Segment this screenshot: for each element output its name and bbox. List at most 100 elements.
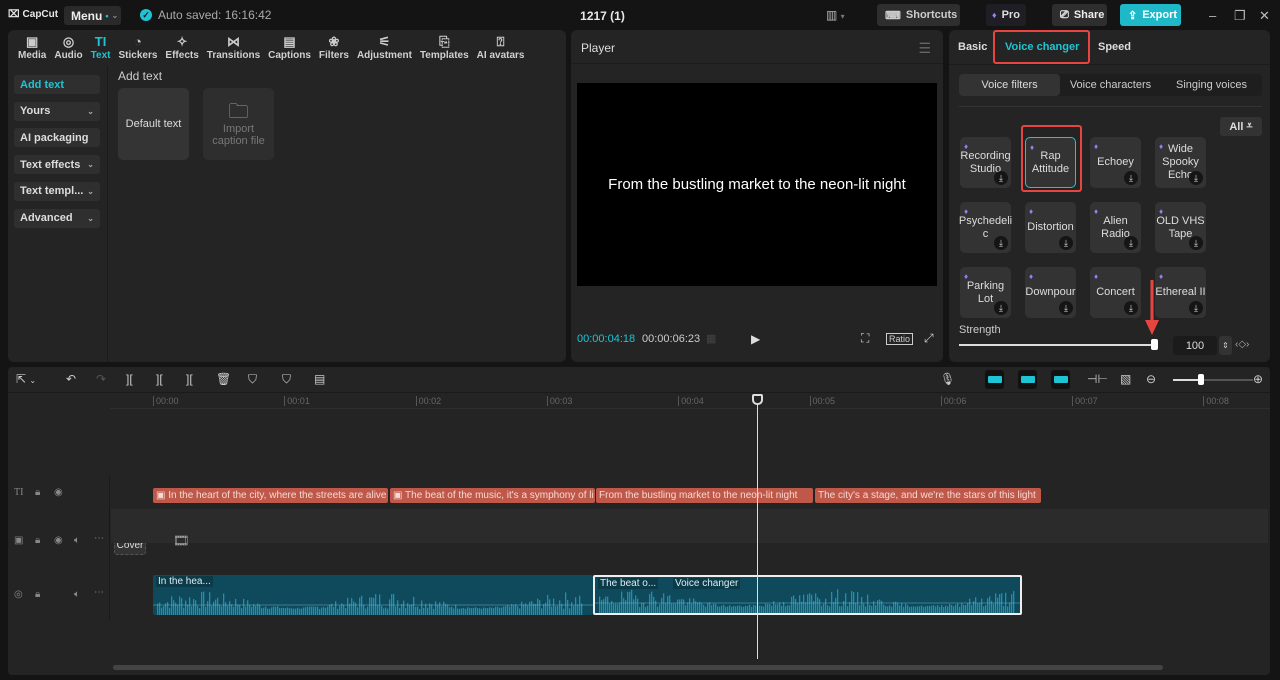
tool-audio[interactable]: ◎ Audio xyxy=(50,30,86,66)
play-button[interactable]: ▶ xyxy=(751,332,760,346)
tool-ai-avatars[interactable]: ⍰ AI avatars xyxy=(473,30,529,66)
voice-filter-recording-studio[interactable]: ♦ Recording Studio ⤓ xyxy=(960,137,1011,188)
auto-snap-button[interactable] xyxy=(1018,370,1037,389)
download-icon[interactable]: ⤓ xyxy=(1124,301,1138,315)
lock-icon[interactable]: 🔒︎ xyxy=(35,487,40,498)
voice-filter-ethereal-ii[interactable]: ♦ Ethereal II ⤓ xyxy=(1155,267,1206,318)
restore-icon[interactable]: ❐ xyxy=(1234,8,1246,24)
download-icon[interactable]: ⤓ xyxy=(1189,236,1203,250)
split-left-icon[interactable]: ][ xyxy=(156,372,163,386)
audio-clip-selected[interactable]: The beat o... Voice changer xyxy=(593,575,1022,615)
preview-axis-icon[interactable]: ⊣⊢ xyxy=(1087,372,1108,386)
import-caption-card[interactable]: 🗀 Import caption file xyxy=(203,88,274,160)
close-icon[interactable]: ✕ xyxy=(1259,8,1270,24)
default-text-card[interactable]: Default text xyxy=(118,88,189,160)
timeline-ruler[interactable]: 00:00 00:01 00:02 00:03 00:04 00:05 00:06 00:07… xyxy=(110,393,1270,409)
shortcuts-button[interactable]: ⌨ Shortcuts xyxy=(877,4,960,26)
video-preview[interactable]: From the bustling market to the neon-lit… xyxy=(577,83,937,286)
ratio-button[interactable]: Ratio xyxy=(886,333,914,345)
download-icon[interactable]: ⤓ xyxy=(1189,301,1203,315)
undo-icon[interactable]: ↶ xyxy=(66,372,76,386)
sidebar-item-yours[interactable]: Yours ⌄ xyxy=(14,101,100,121)
zoom-in-icon[interactable]: ⊕ xyxy=(1253,372,1263,386)
voice-filter-parking-lot[interactable]: ♦ Parking Lot ⤓ xyxy=(960,267,1011,318)
download-icon[interactable]: ⤓ xyxy=(994,171,1008,185)
pro-button[interactable]: ♦ Pro xyxy=(986,4,1026,26)
sidebar-item-text-templ-[interactable]: Text templ... ⌄ xyxy=(14,181,100,201)
layout-icon[interactable]: ▥ ▾ xyxy=(826,8,845,22)
strength-value-input[interactable]: 100 xyxy=(1173,336,1217,355)
share-button[interactable]: ⎚ Share xyxy=(1052,4,1107,26)
playhead[interactable] xyxy=(757,394,758,659)
tool-templates[interactable]: ⎘ Templates xyxy=(416,30,473,66)
hamburger-menu-icon[interactable]: ☰ xyxy=(918,40,931,57)
keyframe-icon[interactable]: ‹◇› xyxy=(1235,339,1249,350)
text-clip[interactable]: From the bustling market to the neon-lit… xyxy=(596,488,813,503)
zoom-out-icon[interactable]: ⊖ xyxy=(1146,372,1156,386)
tab-basic[interactable]: Basic xyxy=(958,41,987,53)
lock-icon[interactable]: 🔒︎ xyxy=(35,535,40,546)
tool-adjustment[interactable]: ⚟ Adjustment xyxy=(353,30,416,66)
text-clip[interactable]: ▣ The beat of the music, it's a symphony… xyxy=(390,488,595,503)
split-right-icon[interactable]: ][ xyxy=(186,372,193,386)
voice-filter-wide-spooky-echo[interactable]: ♦ Wide Spooky Echo ⤓ xyxy=(1155,137,1206,188)
caption-edit-icon[interactable]: ▤ xyxy=(314,372,325,386)
linkage-button[interactable] xyxy=(1051,370,1070,389)
tool-captions[interactable]: ▤ Captions xyxy=(264,30,315,66)
text-clip[interactable]: ▣ In the heart of the city, where the st… xyxy=(153,488,388,503)
voice-filter-psychedeli-c[interactable]: ♦ Psychedeli c ⤓ xyxy=(959,202,1012,253)
voice-filter-echoey[interactable]: ♦ Echoey ⤓ xyxy=(1090,137,1141,188)
shield-icon[interactable]: ⛉ xyxy=(282,372,291,387)
voice-filter-distortion[interactable]: ♦ Distortion ⤓ xyxy=(1025,202,1076,253)
sidebar-item-advanced[interactable]: Advanced ⌄ xyxy=(14,208,100,228)
minimize-icon[interactable]: – xyxy=(1209,8,1216,23)
microphone-icon[interactable]: 🎙 xyxy=(940,372,955,386)
video-track[interactable]: 🎞︎ xyxy=(111,509,1268,548)
download-icon[interactable]: ⤓ xyxy=(994,236,1008,250)
lock-icon[interactable]: 🔒︎ xyxy=(35,589,40,600)
voice-filter-downpour[interactable]: ♦ Downpour ⤓ xyxy=(1025,267,1076,318)
tool-effects[interactable]: ✧ Effects xyxy=(161,30,202,66)
tool-stickers[interactable]: ◔ Stickers xyxy=(115,30,162,66)
download-icon[interactable]: ⤓ xyxy=(1124,236,1138,250)
tool-filters[interactable]: ❀ Filters xyxy=(315,30,353,66)
more-icon[interactable]: ⋯ xyxy=(94,533,104,544)
strength-slider-track[interactable] xyxy=(959,344,1155,346)
horizontal-scrollbar[interactable] xyxy=(113,665,1163,670)
subtab-voice-characters[interactable]: Voice characters xyxy=(1060,74,1161,96)
timecode-format-icon[interactable]: ▦ xyxy=(706,332,716,345)
sidebar-item-add-text[interactable]: Add text xyxy=(14,75,100,94)
download-icon[interactable]: ⤓ xyxy=(1059,236,1073,250)
eye-icon[interactable]: ◉ xyxy=(54,487,63,498)
speaker-icon[interactable]: 🔈︎ xyxy=(74,535,80,546)
marker-add-icon[interactable]: ⛉ xyxy=(248,372,257,387)
download-icon[interactable]: ⤓ xyxy=(994,301,1008,315)
tool-media[interactable]: ▣ Media xyxy=(14,30,50,66)
timeline-zoom-thumb[interactable] xyxy=(1198,374,1204,385)
eye-icon[interactable]: ◉ xyxy=(54,535,63,546)
filter-all-button[interactable]: All ⩡ xyxy=(1220,117,1262,136)
zoom-preview-icon[interactable]: ⛶ xyxy=(861,331,869,346)
audio-clip[interactable]: In the hea... xyxy=(153,575,593,615)
download-icon[interactable]: ⤓ xyxy=(1189,171,1203,185)
voice-filter-alien-radio[interactable]: ♦ Alien Radio ⤓ xyxy=(1090,202,1141,253)
redo-icon[interactable]: ↷ xyxy=(96,372,106,386)
delete-icon[interactable]: 🗑 xyxy=(216,372,231,386)
tool-text[interactable]: TI Text xyxy=(87,30,115,66)
main-track-magnet-button[interactable] xyxy=(985,370,1004,389)
sidebar-item-text-effects[interactable]: Text effects ⌄ xyxy=(14,155,100,175)
speaker-icon[interactable]: 🔈︎ xyxy=(74,589,80,600)
split-icon[interactable]: ][ xyxy=(126,372,133,386)
subtab-singing-voices[interactable]: Singing voices xyxy=(1161,74,1262,96)
more-icon[interactable]: ⋯ xyxy=(94,587,104,598)
voice-filter-old-vhs-tape[interactable]: ♦ OLD VHS Tape ⤓ xyxy=(1155,202,1206,253)
download-icon[interactable]: ⤓ xyxy=(1059,301,1073,315)
voice-filter-concert[interactable]: ♦ Concert ⤓ xyxy=(1090,267,1141,318)
playhead-handle[interactable] xyxy=(752,394,763,405)
tab-speed[interactable]: Speed xyxy=(1098,41,1131,53)
fullscreen-icon[interactable]: ⤢ xyxy=(924,331,934,346)
strength-stepper[interactable]: ⇕ xyxy=(1219,336,1232,355)
subtab-voice-filters[interactable]: Voice filters xyxy=(959,74,1060,96)
download-icon[interactable]: ⤓ xyxy=(1124,171,1138,185)
export-button[interactable]: ⇪ Export xyxy=(1120,4,1181,26)
